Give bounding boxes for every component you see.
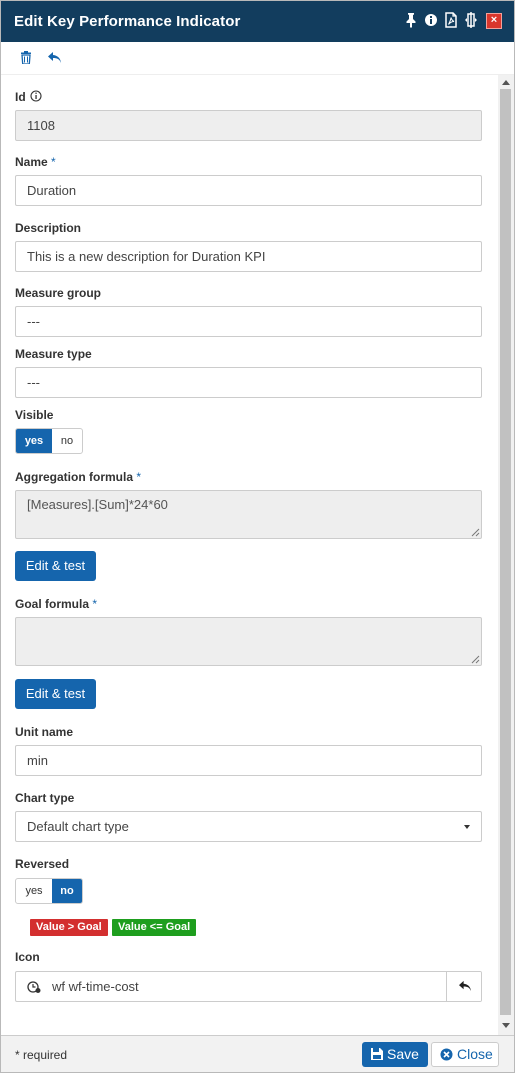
chevron-down-icon <box>464 825 470 829</box>
resize-grip-icon[interactable] <box>471 655 480 664</box>
dialog-title: Edit Key Performance Indicator <box>14 13 241 30</box>
title-bar: Edit Key Performance Indicator × <box>1 1 514 42</box>
goal-formula-label: Goal formula * <box>15 597 98 611</box>
scrollbar-thumb[interactable] <box>500 89 511 1015</box>
vertical-scrollbar[interactable] <box>498 75 514 1035</box>
pin-icon[interactable] <box>404 12 418 28</box>
resize-icon[interactable] <box>464 12 478 28</box>
icon-label: Icon <box>15 950 40 964</box>
reversed-label: Reversed <box>15 857 70 871</box>
save-button[interactable]: Save <box>362 1042 428 1067</box>
edit-kpi-dialog: Edit Key Performance Indicator × Id 1108 <box>0 0 515 1073</box>
undo-icon <box>459 980 471 992</box>
visible-yes-option[interactable]: yes <box>16 429 52 453</box>
reset-icon-button[interactable] <box>446 972 481 1001</box>
unit-name-label: Unit name <box>15 725 74 739</box>
info-icon[interactable] <box>424 12 438 28</box>
visible-toggle[interactable]: yes no <box>15 428 83 454</box>
visible-no-option[interactable]: no <box>52 429 82 453</box>
close-circle-icon <box>440 1048 453 1061</box>
scroll-down-arrow-icon[interactable] <box>502 1023 510 1028</box>
resize-grip-icon[interactable] <box>471 528 480 537</box>
aggregation-formula-field[interactable]: [Measures].[Sum]*24*60 <box>15 490 482 539</box>
required-note: * required <box>15 1048 68 1062</box>
save-label: Save <box>387 1046 419 1062</box>
id-label: Id <box>15 90 42 104</box>
form-content[interactable]: Id 1108 Name * Duration Description This… <box>1 75 498 1035</box>
close-dialog-button[interactable]: × <box>486 13 502 29</box>
edit-test-aggregation-button[interactable]: Edit & test <box>15 551 96 581</box>
save-icon <box>371 1048 383 1060</box>
visible-label: Visible <box>15 408 54 422</box>
description-label: Description <box>15 221 82 235</box>
id-field: 1108 <box>15 110 482 141</box>
edit-test-goal-button[interactable]: Edit & test <box>15 679 96 709</box>
description-input[interactable]: This is a new description for Duration K… <box>15 241 482 272</box>
scroll-up-arrow-icon[interactable] <box>502 80 510 85</box>
chart-type-value: Default chart type <box>27 819 129 834</box>
reversed-yes-option[interactable]: yes <box>16 879 52 903</box>
measure-group-select[interactable]: --- <box>15 306 482 337</box>
name-label: Name * <box>15 155 56 169</box>
name-input[interactable]: Duration <box>15 175 482 206</box>
chart-type-label: Chart type <box>15 791 75 805</box>
pdf-icon[interactable] <box>444 12 458 28</box>
close-label: Close <box>457 1046 493 1062</box>
info-circle-icon[interactable] <box>30 90 42 102</box>
measure-type-label: Measure type <box>15 347 92 361</box>
aggregation-formula-value: [Measures].[Sum]*24*60 <box>27 497 168 512</box>
measure-type-select[interactable]: --- <box>15 367 482 398</box>
measure-group-label: Measure group <box>15 286 102 300</box>
aggregation-formula-label: Aggregation formula * <box>15 470 142 484</box>
icon-value: wf wf-time-cost <box>52 979 139 994</box>
toolbar <box>1 42 514 75</box>
value-below-goal-badge: Value <= Goal <box>112 919 197 936</box>
close-button[interactable]: Close <box>431 1042 499 1067</box>
reversed-no-option[interactable]: no <box>52 879 82 903</box>
icon-input[interactable]: wf wf-time-cost <box>15 971 482 1002</box>
goal-formula-field[interactable] <box>15 617 482 666</box>
reversed-toggle[interactable]: yes no <box>15 878 83 904</box>
dialog-footer: * required Save Close <box>1 1035 514 1072</box>
undo-icon[interactable] <box>47 51 62 67</box>
value-above-goal-badge: Value > Goal <box>30 919 108 936</box>
chart-type-select[interactable]: Default chart type <box>15 811 482 842</box>
time-cost-icon <box>27 981 41 993</box>
unit-name-input[interactable]: min <box>15 745 482 776</box>
trash-icon[interactable] <box>20 51 32 67</box>
